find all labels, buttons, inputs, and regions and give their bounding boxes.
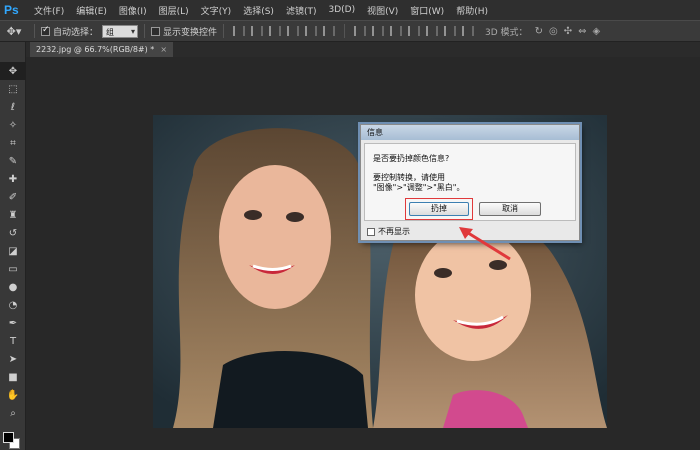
move-tool-preset-icon[interactable]: ✥▾	[0, 25, 28, 38]
3d-scale-icon[interactable]: ◈	[592, 26, 600, 37]
divider	[223, 24, 225, 38]
align-top-icon[interactable]	[233, 26, 246, 36]
dialog-body: 是否要扔掉颜色信息? 要控制转换，请使用 "图像">"调整">"黑白"。 扔掉 …	[364, 143, 576, 221]
color-swatches[interactable]	[3, 432, 23, 450]
foreground-color-swatch[interactable]	[3, 432, 14, 443]
distribute-hcenter-icon[interactable]	[426, 26, 439, 36]
align-hcenter-icon[interactable]	[305, 26, 318, 36]
3d-rotate-icon[interactable]: ↻	[535, 26, 543, 37]
discard-button[interactable]: 扔掉	[409, 202, 469, 216]
menu-filter[interactable]: 滤镜(T)	[286, 4, 317, 17]
document-tab[interactable]: 2232.jpg @ 66.7%(RGB/8#) * ×	[30, 42, 174, 57]
pen-tool-icon[interactable]: ✒	[0, 314, 26, 332]
menu-layer[interactable]: 图层(L)	[159, 4, 189, 17]
3d-roll-icon[interactable]: ◎	[549, 26, 558, 37]
dont-show-again[interactable]: 不再显示	[367, 226, 410, 237]
blur-tool-icon[interactable]: ●	[0, 278, 26, 296]
show-transform-label: 显示变换控件	[163, 27, 218, 38]
align-right-icon[interactable]	[323, 26, 336, 36]
annotation-arrow-icon	[459, 227, 511, 261]
auto-select-label: 自动选择：	[53, 27, 99, 38]
options-bar: ✥▾ 自动选择： 组 显示变换控件 3D 模式： ↻ ◎ ✣ ⇔ ◈	[0, 20, 700, 42]
close-icon[interactable]: ×	[160, 45, 167, 54]
divider	[34, 24, 35, 38]
brush-tool-icon[interactable]: ✐	[0, 188, 26, 206]
distribute-top-icon[interactable]	[354, 26, 367, 36]
dialog-title[interactable]: 信息	[361, 125, 579, 140]
type-tool-icon[interactable]: T	[0, 332, 26, 350]
auto-select-target-dropdown[interactable]: 组	[102, 24, 139, 38]
align-vcenter-icon[interactable]	[251, 26, 264, 36]
dialog-question: 是否要扔掉颜色信息?	[373, 154, 450, 163]
3d-mode-label: 3D 模式：	[485, 27, 528, 38]
lasso-tool-icon[interactable]: ℓ	[0, 98, 26, 116]
healing-brush-tool-icon[interactable]: ✚	[0, 170, 26, 188]
menu-image[interactable]: 图像(I)	[119, 4, 147, 17]
path-select-tool-icon[interactable]: ➤	[0, 350, 26, 368]
menu-help[interactable]: 帮助(H)	[456, 4, 488, 17]
quick-select-tool-icon[interactable]: ✧	[0, 116, 26, 134]
align-left-icon[interactable]	[287, 26, 300, 36]
tools-panel: ✥ ⬚ ℓ ✧ ⌗ ✎ ✚ ✐ ♜ ↺ ◪ ▭ ● ◔ ✒ T ➤ ■ ✋ ⌕	[0, 42, 26, 450]
dont-show-label: 不再显示	[378, 227, 410, 236]
divider	[144, 24, 146, 38]
auto-align-icon[interactable]	[462, 26, 475, 36]
menu-file[interactable]: 文件(F)	[34, 4, 64, 17]
gradient-tool-icon[interactable]: ▭	[0, 260, 26, 278]
auto-select-checkbox[interactable]	[41, 25, 50, 36]
info-dialog: 信息 是否要扔掉颜色信息? 要控制转换，请使用 "图像">"调整">"黑白"。 …	[360, 124, 580, 241]
align-bottom-icon[interactable]	[269, 26, 282, 36]
3d-pan-icon[interactable]: ✣	[564, 26, 572, 37]
dialog-hint-line2: "图像">"调整">"黑白"。	[373, 183, 465, 192]
dodge-tool-icon[interactable]: ◔	[0, 296, 26, 314]
divider	[344, 24, 346, 38]
menu-window[interactable]: 窗口(W)	[410, 4, 444, 17]
menu-bar: Ps 文件(F) 编辑(E) 图像(I) 图层(L) 文字(Y) 选择(S) 滤…	[0, 0, 700, 20]
eraser-tool-icon[interactable]: ◪	[0, 242, 26, 260]
dont-show-checkbox[interactable]	[367, 227, 375, 236]
canvas-area	[26, 57, 700, 450]
cancel-button[interactable]: 取消	[479, 202, 541, 216]
3d-slide-icon[interactable]: ⇔	[578, 26, 586, 37]
show-transform-checkbox[interactable]	[151, 26, 161, 36]
eyedropper-tool-icon[interactable]: ✎	[0, 152, 26, 170]
crop-tool-icon[interactable]: ⌗	[0, 134, 26, 152]
marquee-tool-icon[interactable]: ⬚	[0, 80, 26, 98]
hand-tool-icon[interactable]: ✋	[0, 386, 26, 404]
clone-stamp-tool-icon[interactable]: ♜	[0, 206, 26, 224]
document-tab-bar: 2232.jpg @ 66.7%(RGB/8#) * ×	[26, 42, 700, 57]
menu-edit[interactable]: 编辑(E)	[76, 4, 107, 17]
distribute-bottom-icon[interactable]	[390, 26, 403, 36]
menu-3d[interactable]: 3D(D)	[328, 5, 355, 15]
distribute-right-icon[interactable]	[444, 26, 457, 36]
zoom-tool-icon[interactable]: ⌕	[0, 404, 26, 422]
document-tab-title: 2232.jpg @ 66.7%(RGB/8#) *	[36, 45, 155, 54]
distribute-vcenter-icon[interactable]	[372, 26, 385, 36]
history-brush-tool-icon[interactable]: ↺	[0, 224, 26, 242]
menu-view[interactable]: 视图(V)	[367, 4, 398, 17]
menu-select[interactable]: 选择(S)	[243, 4, 274, 17]
move-tool-icon[interactable]: ✥	[0, 62, 26, 80]
distribute-left-icon[interactable]	[408, 26, 421, 36]
rectangle-tool-icon[interactable]: ■	[0, 368, 26, 386]
menu-type[interactable]: 文字(Y)	[201, 4, 232, 17]
photoshop-logo-icon: Ps	[4, 3, 19, 17]
